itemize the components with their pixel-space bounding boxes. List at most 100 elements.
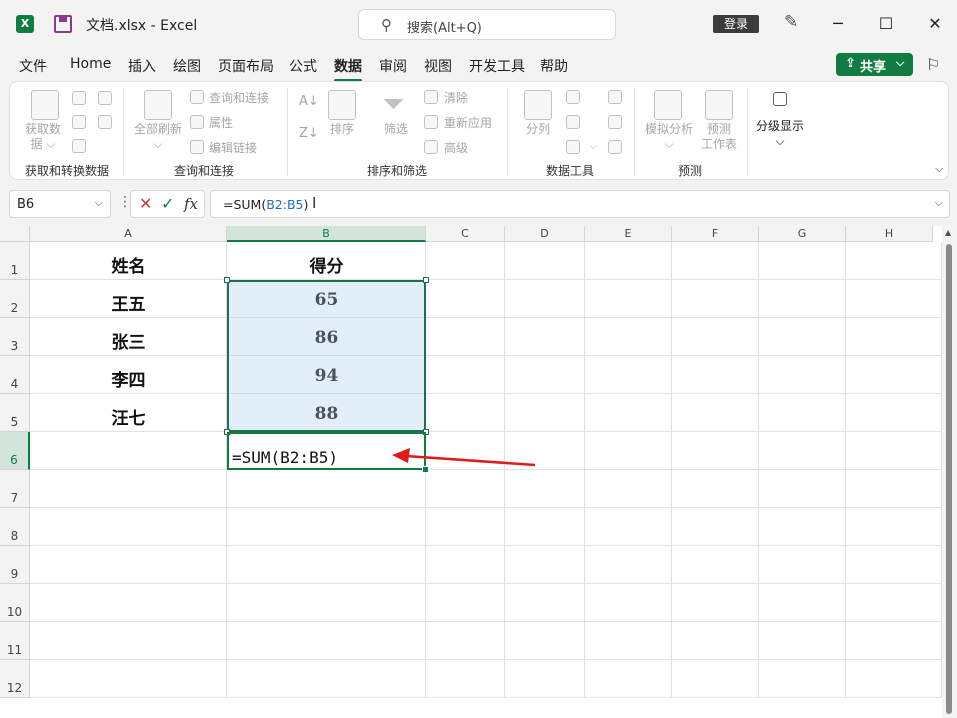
grid-cell[interactable] bbox=[846, 432, 942, 470]
row-header-10[interactable]: 10 bbox=[0, 584, 30, 622]
grid-cell[interactable] bbox=[505, 242, 585, 280]
grid-cell[interactable] bbox=[846, 508, 942, 546]
row-header-7[interactable]: 7 bbox=[0, 470, 30, 508]
grid-cell[interactable] bbox=[505, 508, 585, 546]
row-header-8[interactable]: 8 bbox=[0, 508, 30, 546]
grid-cell[interactable] bbox=[227, 622, 426, 660]
grid-cell[interactable] bbox=[759, 242, 846, 280]
grid-cell[interactable] bbox=[672, 280, 759, 318]
consolidate-icon[interactable] bbox=[608, 90, 622, 104]
save-icon[interactable] bbox=[54, 15, 72, 33]
name-box[interactable]: B6 ⌵ bbox=[9, 190, 111, 218]
row-header-11[interactable]: 11 bbox=[0, 622, 30, 660]
column-header-f[interactable]: F bbox=[672, 226, 759, 242]
grid-cell[interactable] bbox=[846, 470, 942, 508]
grid-cell[interactable] bbox=[30, 470, 227, 508]
row-header-6[interactable]: 6 bbox=[0, 432, 30, 470]
cell-a4[interactable]: 李四 bbox=[30, 366, 227, 391]
grid-cell[interactable] bbox=[426, 546, 505, 584]
from-table-icon[interactable] bbox=[72, 139, 86, 153]
data-validation-icon[interactable] bbox=[566, 140, 580, 154]
grid-cell[interactable] bbox=[846, 356, 942, 394]
scrollbar-thumb[interactable] bbox=[946, 244, 952, 714]
text-to-columns-button[interactable]: 分列 bbox=[520, 122, 556, 137]
cell-a3[interactable]: 张三 bbox=[30, 328, 227, 353]
data-model-icon[interactable] bbox=[608, 140, 622, 154]
grid-cell[interactable] bbox=[846, 584, 942, 622]
grid-cell[interactable] bbox=[759, 394, 846, 432]
cell-a1[interactable]: 姓名 bbox=[30, 252, 227, 277]
grid-cell[interactable] bbox=[505, 280, 585, 318]
column-header-a[interactable]: A bbox=[30, 226, 227, 242]
grid-cell[interactable] bbox=[505, 356, 585, 394]
ribbon-collapse-icon[interactable]: ⌵ bbox=[935, 162, 943, 176]
grid-cell[interactable] bbox=[585, 584, 672, 622]
grid-cell[interactable] bbox=[426, 394, 505, 432]
column-header-d[interactable]: D bbox=[505, 226, 585, 242]
filter-button[interactable]: 筛选 bbox=[380, 122, 412, 137]
refresh-all-button[interactable]: 全部刷新 ⌵ bbox=[130, 122, 186, 152]
tab-home[interactable]: Home bbox=[70, 56, 111, 72]
grid-cell[interactable] bbox=[426, 508, 505, 546]
get-data-button[interactable]: 获取数 据 ⌵ bbox=[22, 122, 64, 152]
maximize-button[interactable]: ☐ bbox=[876, 14, 896, 33]
worksheet-grid[interactable]: A B C D E F G H 1 2 3 4 5 6 7 8 9 10 11 12 姓名 得分 王五… bbox=[0, 226, 957, 718]
tab-developer[interactable]: 开发工具 bbox=[469, 56, 525, 76]
grid-cell[interactable] bbox=[30, 622, 227, 660]
grid-cell[interactable] bbox=[585, 470, 672, 508]
login-button[interactable]: 登录 bbox=[713, 15, 759, 33]
tab-file[interactable]: 文件 bbox=[19, 56, 47, 76]
from-text-icon[interactable] bbox=[72, 91, 86, 105]
tab-formulas[interactable]: 公式 bbox=[289, 56, 317, 76]
grid-cell[interactable] bbox=[672, 660, 759, 698]
grid-cell[interactable] bbox=[426, 242, 505, 280]
what-if-button[interactable]: 模拟分析 ⌵ bbox=[641, 122, 697, 152]
grid-cell[interactable] bbox=[759, 546, 846, 584]
grid-cell[interactable] bbox=[585, 432, 672, 470]
properties-button[interactable]: 属性 bbox=[209, 114, 233, 131]
grid-cell[interactable] bbox=[759, 660, 846, 698]
grid-cell[interactable] bbox=[759, 280, 846, 318]
grid-cell[interactable] bbox=[227, 584, 426, 622]
grid-cell[interactable] bbox=[672, 546, 759, 584]
from-web-icon[interactable] bbox=[72, 115, 86, 129]
grid-cell[interactable] bbox=[672, 508, 759, 546]
grid-cell[interactable] bbox=[846, 242, 942, 280]
column-header-e[interactable]: E bbox=[585, 226, 672, 242]
row-header-5[interactable]: 5 bbox=[0, 394, 30, 432]
grid-cell[interactable] bbox=[846, 318, 942, 356]
vertical-scrollbar[interactable]: ▲ bbox=[942, 226, 957, 718]
grid-cell[interactable] bbox=[585, 546, 672, 584]
insert-function-icon[interactable]: fx bbox=[184, 195, 198, 213]
grid-cell[interactable] bbox=[585, 622, 672, 660]
column-header-b[interactable]: B bbox=[227, 226, 426, 242]
share-button[interactable]: ⇪ 共享 ⌵ bbox=[836, 53, 913, 76]
cancel-icon[interactable]: ✕ bbox=[139, 194, 152, 213]
grid-cell[interactable] bbox=[672, 356, 759, 394]
column-header-c[interactable]: C bbox=[426, 226, 505, 242]
cell-a2[interactable]: 王五 bbox=[30, 290, 227, 315]
grid-cell[interactable] bbox=[672, 470, 759, 508]
edit-links-button[interactable]: 编辑链接 bbox=[209, 139, 257, 156]
pen-icon[interactable]: ✎ bbox=[784, 12, 798, 32]
grid-cell[interactable] bbox=[846, 546, 942, 584]
tab-view[interactable]: 视图 bbox=[424, 56, 452, 76]
grid-cell[interactable] bbox=[759, 584, 846, 622]
grid-cell[interactable] bbox=[672, 584, 759, 622]
tab-draw[interactable]: 绘图 bbox=[173, 56, 201, 76]
grid-cell[interactable] bbox=[846, 394, 942, 432]
grid-cell[interactable] bbox=[672, 394, 759, 432]
query-connections-button[interactable]: 查询和连接 bbox=[209, 89, 269, 106]
row-header-9[interactable]: 9 bbox=[0, 546, 30, 584]
grid-cell[interactable] bbox=[672, 432, 759, 470]
grid-cell[interactable] bbox=[505, 660, 585, 698]
grid-cell[interactable] bbox=[30, 584, 227, 622]
grid-cell[interactable] bbox=[227, 546, 426, 584]
grid-cell[interactable] bbox=[672, 318, 759, 356]
grid-cell[interactable] bbox=[846, 280, 942, 318]
grid-cell[interactable] bbox=[672, 622, 759, 660]
sort-descending-icon[interactable]: Z↓ bbox=[299, 126, 319, 141]
grid-cell[interactable] bbox=[30, 546, 227, 584]
grid-cell[interactable] bbox=[672, 242, 759, 280]
grid-cell[interactable] bbox=[846, 660, 942, 698]
